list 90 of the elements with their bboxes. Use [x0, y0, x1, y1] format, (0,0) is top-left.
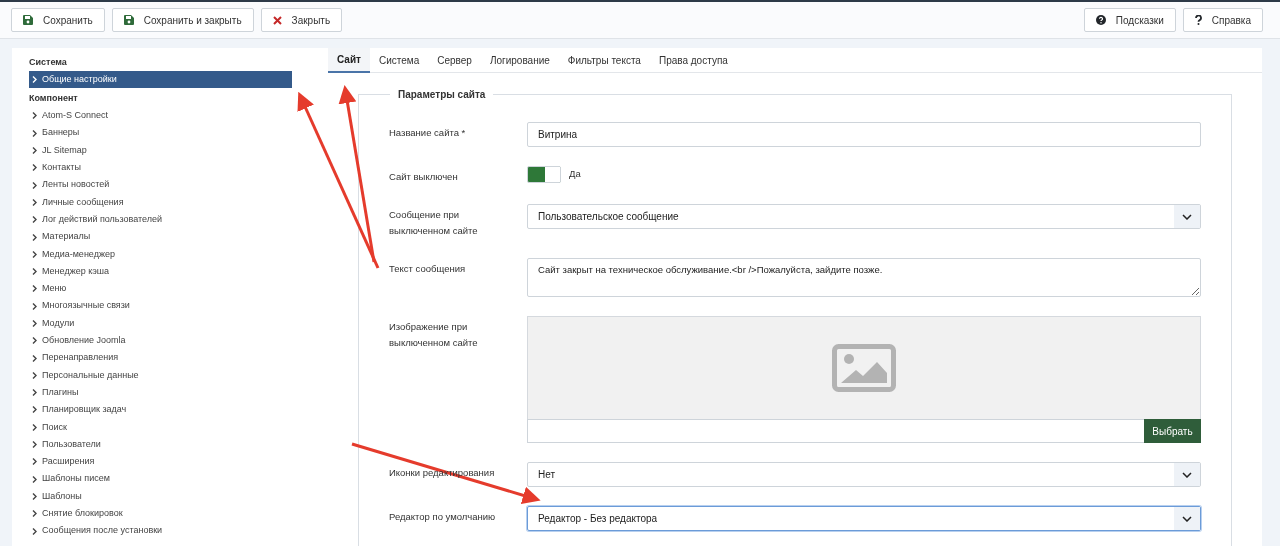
tab[interactable]: Права доступа: [649, 48, 737, 73]
sidebar-item[interactable]: Личные сообщения: [29, 193, 292, 212]
help-icon: [1095, 15, 1106, 25]
chevron-icon: [32, 216, 37, 224]
toolbar-button[interactable]: Справка: [1182, 8, 1263, 32]
chevron-icon: [32, 510, 37, 518]
text-field[interactable]: Витрина: [527, 122, 1201, 147]
chevron-icon: [32, 320, 37, 327]
toolbar-button[interactable]: Сохранить: [11, 8, 105, 32]
sidebar-item[interactable]: Медиа-менеджер: [29, 245, 292, 263]
select-field[interactable]: Нет: [527, 462, 1201, 487]
chevron-icon: [32, 458, 37, 466]
chevron-icon: [32, 337, 37, 345]
sidebar-item[interactable]: Пользователи: [29, 435, 292, 454]
chevron-icon: [32, 389, 37, 397]
chevron-icon: [32, 76, 37, 84]
tab[interactable]: Сервер: [428, 48, 481, 73]
chevron-icon: [32, 285, 37, 293]
select-field[interactable]: Пользовательское сообщение: [527, 204, 1201, 229]
sidebar-item[interactable]: Общие настройки: [29, 71, 292, 89]
field-label: Сайт выключен: [389, 170, 459, 184]
toolbar-button[interactable]: Закрыть: [260, 8, 343, 32]
sidebar-item[interactable]: Atom-S Connect: [29, 107, 292, 125]
tab[interactable]: Сайт: [328, 48, 370, 73]
sidebar-item[interactable]: JL Sitemap: [29, 141, 292, 160]
field-label: Название сайта *: [389, 126, 467, 140]
tab[interactable]: Логирование: [480, 48, 559, 73]
sidebar-item[interactable]: Материалы: [29, 228, 292, 246]
save-icon: [23, 15, 33, 25]
text-area[interactable]: Сайт закрыт на техническое обслуживание.<br />Пожалуйста, зайдите позже.: [527, 258, 1201, 297]
chevron-icon: [32, 268, 37, 276]
tab[interactable]: Фильтры текста: [558, 48, 650, 73]
chevron-icon: [32, 354, 37, 362]
chevron-icon: [32, 129, 37, 137]
field-label: Редактор по умолчанию: [389, 510, 497, 524]
sidebar-item[interactable]: Баннеры: [29, 124, 292, 142]
sidebar-item[interactable]: Снятие блокировок: [29, 505, 292, 523]
chevron-icon: [32, 181, 37, 189]
sidebar-item[interactable]: Перенаправления: [29, 349, 292, 367]
chevron-icon: [32, 406, 37, 414]
sidebar-item[interactable]: Персональные данные: [29, 366, 292, 385]
chevron-icon: [32, 302, 37, 310]
select-button[interactable]: Выбрать: [1144, 419, 1201, 443]
chevron-icon: [32, 492, 37, 500]
sidebar-heading: Система: [29, 55, 68, 69]
field-label: Текст сообщения: [389, 262, 467, 276]
close-icon: [272, 15, 282, 25]
sidebar-item[interactable]: Ленты новостей: [29, 176, 292, 194]
chevron-icon: [32, 233, 37, 241]
chevron-icon: [32, 147, 37, 155]
sidebar-item[interactable]: Модули: [29, 314, 292, 333]
sidebar-item[interactable]: Сообщения после установки: [29, 522, 292, 540]
caret-icon: [1174, 463, 1200, 486]
chevron-icon: [32, 475, 37, 483]
save-icon: [123, 15, 134, 25]
chevron-icon: [32, 164, 37, 172]
sidebar-item[interactable]: Обновление Joomla: [29, 332, 292, 350]
chevron-icon: [32, 371, 37, 379]
chevron-icon: [32, 250, 37, 258]
question-icon: [1194, 15, 1202, 25]
image-placeholder-icon: [832, 344, 896, 392]
sidebar-item[interactable]: Поиск: [29, 418, 292, 436]
toolbar-button[interactable]: Сохранить и закрыть: [111, 8, 254, 32]
chevron-icon: [32, 527, 37, 535]
sidebar-item[interactable]: Меню: [29, 280, 292, 298]
sidebar-item[interactable]: Шаблоны: [29, 487, 292, 506]
chevron-icon: [32, 112, 37, 120]
chevron-icon: [32, 441, 37, 449]
sidebar-item[interactable]: Лог действий пользователей: [29, 211, 292, 229]
sidebar-heading: Компонент: [29, 92, 79, 106]
caret-icon: [1174, 205, 1200, 228]
select-field[interactable]: Редактор - Без редактора: [527, 506, 1201, 531]
sidebar-item[interactable]: Плагины: [29, 384, 292, 402]
toggle-label: Да: [569, 167, 581, 182]
section-legend: Параметры сайта: [390, 87, 494, 102]
chevron-icon: [32, 423, 37, 431]
field-label: Изображение при выключенном сайте: [389, 320, 479, 350]
sidebar-item[interactable]: Многоязычные связи: [29, 297, 292, 315]
chevron-icon: [32, 198, 37, 206]
toggle-switch[interactable]: [527, 166, 561, 183]
sidebar-item[interactable]: Шаблоны писем: [29, 470, 292, 488]
caret-icon: [1174, 507, 1200, 530]
sidebar-item[interactable]: Менеджер кэша: [29, 262, 292, 281]
sidebar-item[interactable]: Расширения: [29, 453, 292, 471]
field-label: Сообщение при выключенном сайте: [389, 208, 479, 238]
tab[interactable]: Система: [369, 48, 429, 73]
sidebar-item[interactable]: Планировщик задач: [29, 401, 292, 419]
sidebar-item[interactable]: Контакты: [29, 159, 292, 177]
toolbar-button[interactable]: Подсказки: [1083, 8, 1176, 32]
image-path-field[interactable]: [527, 419, 1144, 443]
